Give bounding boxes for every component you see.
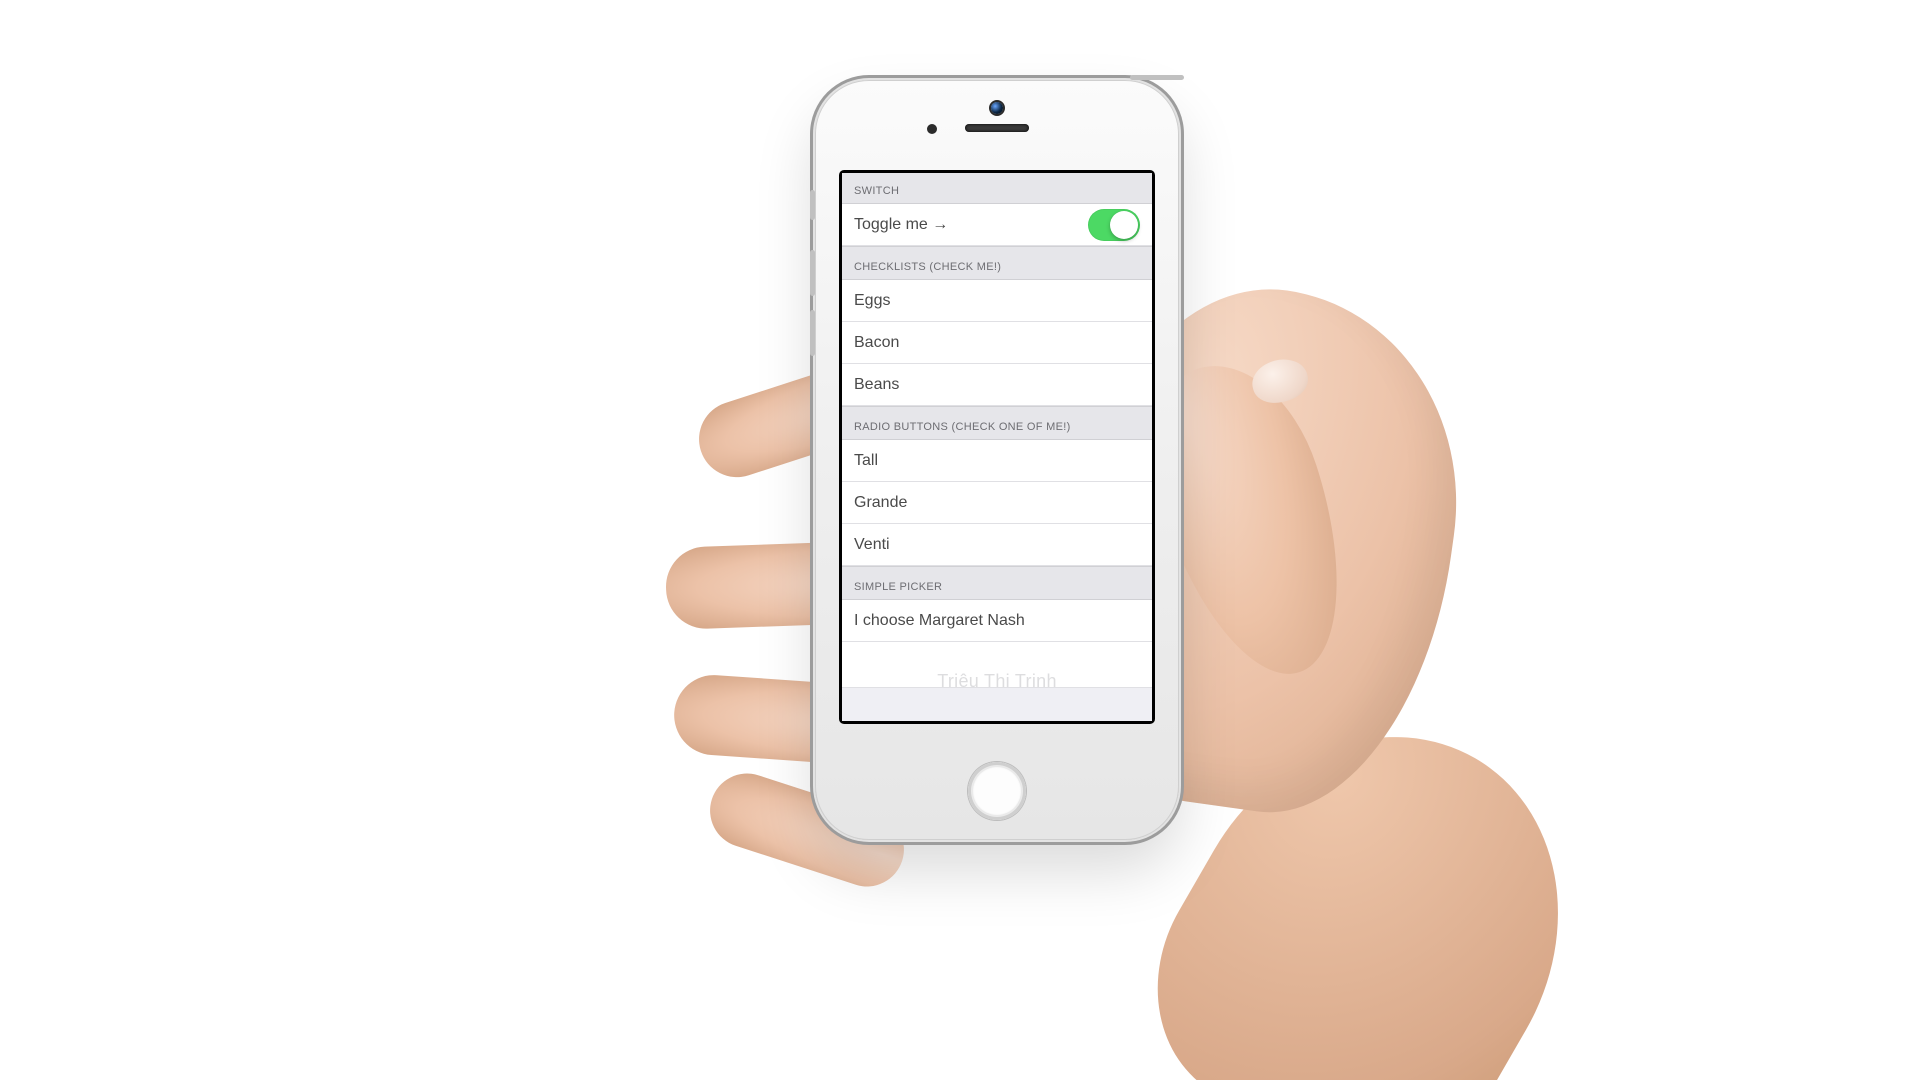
radio-item[interactable]: Tall xyxy=(842,440,1152,482)
section-header-switch: SWITCH xyxy=(842,173,1152,204)
toggle-label: Toggle me → xyxy=(854,216,1088,234)
toggle-switch[interactable] xyxy=(1088,209,1140,241)
toggle-switch-knob xyxy=(1110,211,1138,239)
toggle-row[interactable]: Toggle me → xyxy=(842,204,1152,246)
checklist-item[interactable]: Eggs xyxy=(842,280,1152,322)
section-header-checklists: CHECKLISTS (CHECK ME!) xyxy=(842,246,1152,280)
phone-volume-up xyxy=(810,250,815,296)
picker-summary-row[interactable]: I choose Margaret Nash xyxy=(842,600,1152,642)
radio-item-label: Venti xyxy=(854,536,1140,554)
hand-wrist xyxy=(1109,668,1631,1080)
app-content[interactable]: SWITCH Toggle me → CHECKLISTS (CHECK ME!… xyxy=(842,173,1152,721)
earpiece-speaker xyxy=(965,124,1029,132)
device-hand-mock: SWITCH Toggle me → CHECKLISTS (CHECK ME!… xyxy=(410,90,1510,990)
section-header-radio: RADIO BUTTONS (CHECK ONE OF ME!) xyxy=(842,406,1152,440)
front-camera-icon xyxy=(991,102,1003,114)
checklist-item-label: Beans xyxy=(854,376,1140,394)
radio-item[interactable]: Grande xyxy=(842,482,1152,524)
phone-screen: SWITCH Toggle me → CHECKLISTS (CHECK ME!… xyxy=(841,172,1153,722)
checklist-item-label: Eggs xyxy=(854,292,1140,310)
checklist-item[interactable]: Beans xyxy=(842,364,1152,406)
radio-item[interactable]: Venti xyxy=(842,524,1152,566)
home-button[interactable] xyxy=(968,762,1026,820)
phone-power-button xyxy=(1130,75,1184,80)
checklist-item-label: Bacon xyxy=(854,334,1140,352)
checklist-item[interactable]: Bacon xyxy=(842,322,1152,364)
picker-option[interactable]: Triệu Thị Trinh xyxy=(842,668,1152,688)
radio-item-label: Grande xyxy=(854,494,1140,512)
phone-volume-down xyxy=(810,310,815,356)
phone-frame: SWITCH Toggle me → CHECKLISTS (CHECK ME!… xyxy=(815,80,1179,840)
proximity-sensor xyxy=(927,124,937,134)
section-header-picker: SIMPLE PICKER xyxy=(842,566,1152,600)
picker-summary-label: I choose Margaret Nash xyxy=(854,612,1140,630)
picker-wheel[interactable]: Triệu Thị Trinh xyxy=(842,642,1152,688)
picker-option[interactable] xyxy=(842,642,1152,668)
phone-mute-switch xyxy=(810,190,815,220)
hand-thumb-nail xyxy=(1248,354,1312,408)
radio-item-label: Tall xyxy=(854,452,1140,470)
